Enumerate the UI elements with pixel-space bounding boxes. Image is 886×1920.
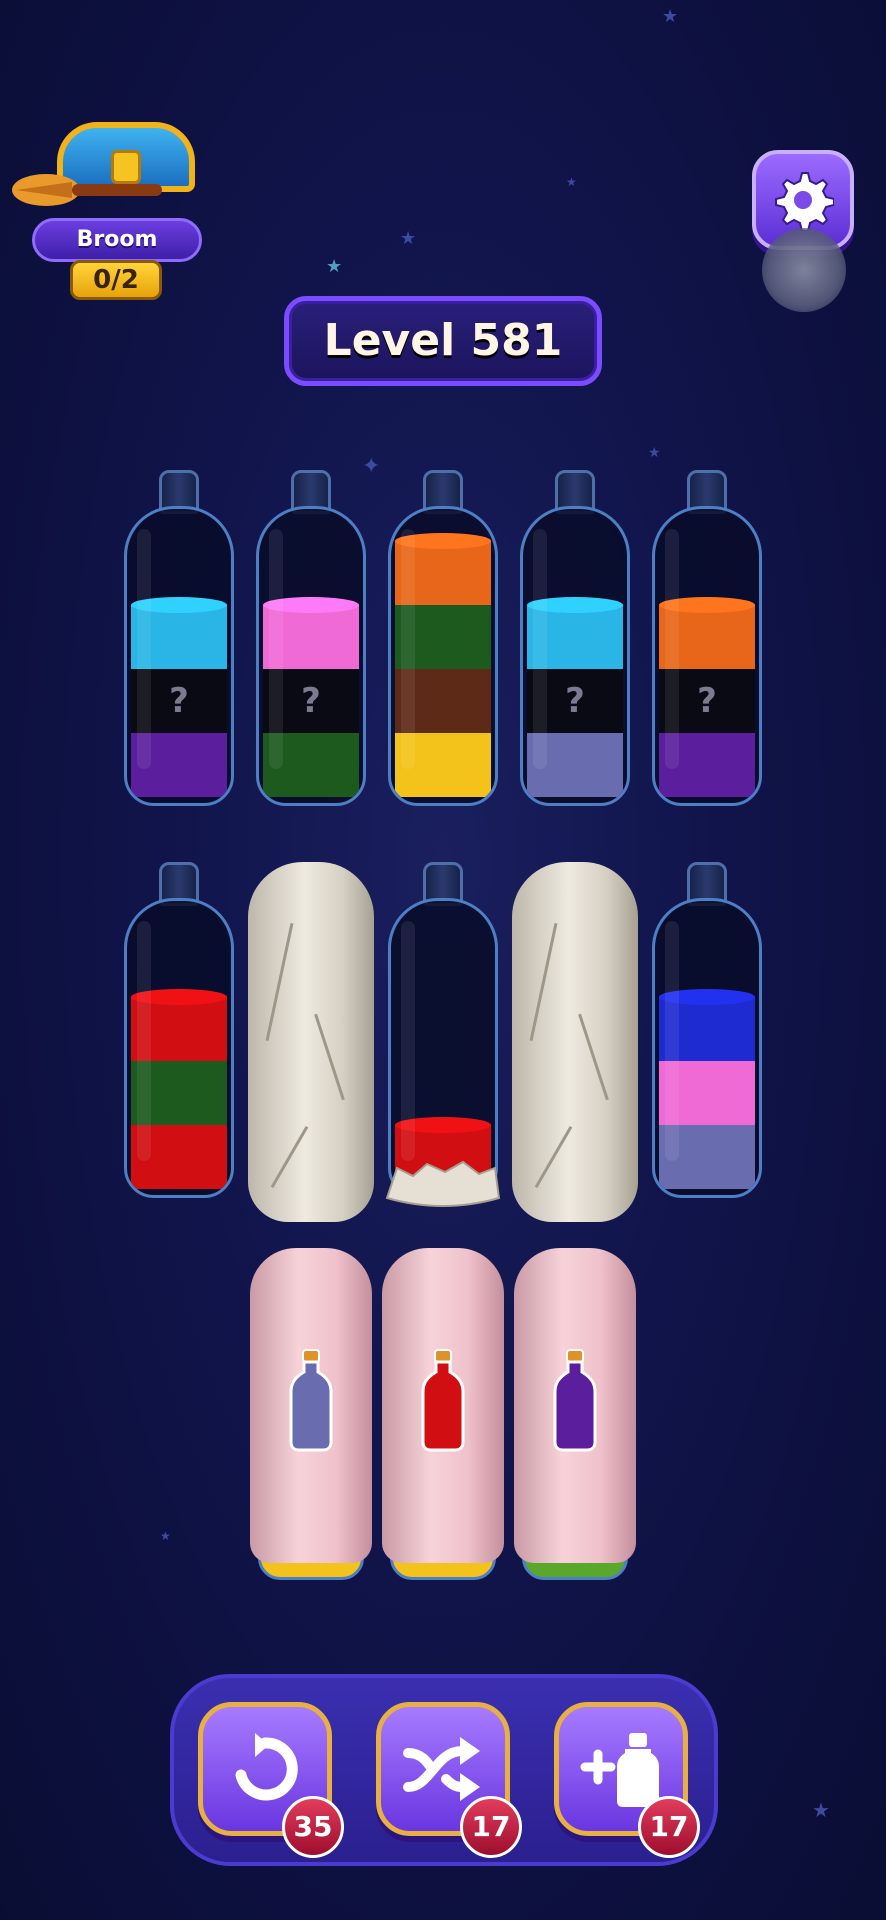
bottle[interactable] [385, 862, 501, 1207]
stone-covered-bottle[interactable] [512, 862, 638, 1222]
stone-crack [534, 1125, 573, 1189]
bottle-body [388, 898, 498, 1198]
broom-streak-label: Broom Streak [32, 218, 202, 290]
bottle-body: ? [124, 506, 234, 806]
covered-bottle-red-icon [421, 1349, 465, 1452]
shuffle-icon [403, 1737, 480, 1801]
cloth-covered-bottle[interactable] [382, 1248, 504, 1580]
bottle[interactable] [652, 862, 762, 1202]
covered-bottle-slate-icon [289, 1349, 333, 1452]
star-decoration: ★ [662, 6, 679, 27]
touch-indicator [762, 228, 846, 312]
rubble-icon [385, 1160, 501, 1207]
stone-crack [314, 1013, 345, 1101]
hidden-mark: ? [565, 681, 585, 721]
gear-icon [775, 172, 834, 231]
add-bottle-icon [580, 1733, 659, 1807]
bottle-body [388, 506, 498, 806]
stone-crack [578, 1013, 609, 1101]
bottle-body: ? [652, 506, 762, 806]
broom-icon [12, 174, 162, 206]
hidden-mark: ? [697, 681, 717, 721]
bottle-body [652, 898, 762, 1198]
cloth-covered-bottle[interactable] [514, 1248, 636, 1580]
bottle[interactable]: ? [256, 470, 366, 810]
add-bottle-count-badge: 17 [638, 1796, 700, 1858]
star-decoration: ★ [326, 256, 343, 277]
broom-streak-count: 0/2 [70, 260, 162, 300]
star-decoration: ★ [160, 1529, 171, 1543]
star-decoration: ★ [400, 228, 417, 249]
broom-streak-widget[interactable]: Broom Streak 0/2 [12, 118, 208, 308]
star-decoration: ★ [812, 1798, 830, 1822]
bottle[interactable]: ? [520, 470, 630, 810]
stone-crack [270, 1125, 309, 1189]
bottle-body [124, 898, 234, 1198]
stone-crack [529, 922, 558, 1042]
bottle-body: ? [256, 506, 366, 806]
bottle[interactable]: ? [124, 470, 234, 810]
hidden-mark: ? [169, 681, 189, 721]
star-decoration: ★ [566, 175, 577, 189]
hidden-mark: ? [301, 681, 321, 721]
star-decoration: ★ [648, 445, 661, 461]
bottle[interactable] [388, 470, 498, 810]
cloth-covered-bottle[interactable] [250, 1248, 372, 1580]
stone-crack [265, 922, 294, 1042]
bottle[interactable] [124, 862, 234, 1202]
bottle-body: ? [520, 506, 630, 806]
bottle[interactable]: ? [652, 470, 762, 810]
stone-covered-bottle[interactable] [248, 862, 374, 1222]
undo-count-badge: 35 [282, 1796, 344, 1858]
shuffle-count-badge: 17 [460, 1796, 522, 1858]
level-title: Level 581 [284, 296, 602, 386]
undo-icon [235, 1733, 298, 1801]
covered-bottle-purple-icon [553, 1349, 597, 1452]
